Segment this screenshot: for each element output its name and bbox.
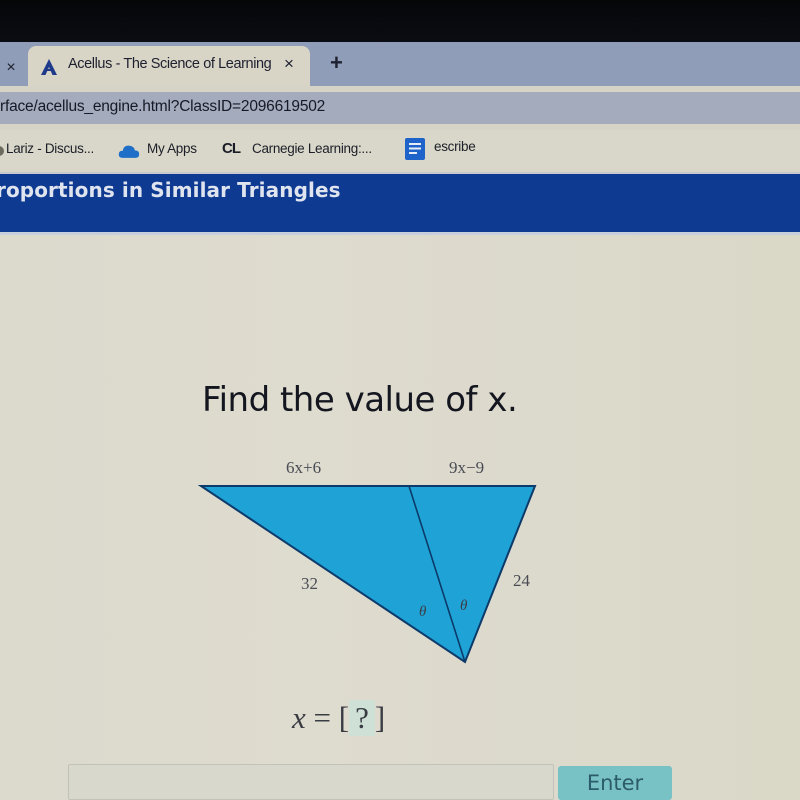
close-icon[interactable]: × — [2, 58, 20, 78]
tab-title: Acellus - The Science of Learning — [68, 56, 272, 72]
screen-bezel — [0, 0, 800, 46]
url-text[interactable]: rface/acellus_engine.html?ClassID=209661… — [0, 98, 325, 116]
answer-placeholder: ? — [349, 700, 375, 736]
plus-icon[interactable]: + — [330, 50, 343, 76]
document-icon — [405, 138, 425, 160]
close-icon[interactable]: × — [284, 54, 294, 74]
acellus-logo-icon — [41, 59, 57, 75]
answer-input[interactable] — [68, 764, 554, 800]
equation-open-bracket: [ — [338, 700, 350, 735]
enter-button[interactable]: Enter — [558, 766, 672, 800]
bookmark-my-apps[interactable]: My Apps — [147, 141, 197, 156]
segment-label-left: 6x+6 — [286, 458, 322, 477]
equation-close-bracket: ] — [374, 700, 386, 735]
bookmark-carnegie-learning[interactable]: Carnegie Learning:... — [252, 141, 372, 156]
bookmark-escribe[interactable]: escribe — [434, 139, 476, 154]
cloud-icon — [118, 145, 140, 158]
segment-label-right: 9x−9 — [449, 458, 485, 477]
equation-equals: = — [313, 700, 331, 735]
bookmark-lariz[interactable]: Lariz - Discus... — [6, 141, 94, 156]
angle-label-right: θ — [460, 598, 468, 614]
side-label-left: 32 — [301, 574, 318, 593]
angle-label-left: θ — [419, 604, 427, 620]
side-label-right: 24 — [513, 571, 530, 590]
lesson-title: roportions in Similar Triangles — [0, 178, 341, 202]
answer-equation: x = [?] — [292, 700, 385, 736]
carnegie-learning-icon: CL — [222, 140, 241, 157]
equation-variable: x — [292, 700, 306, 735]
problem-prompt: Find the value of x. — [202, 380, 518, 420]
problem-area — [0, 235, 800, 800]
